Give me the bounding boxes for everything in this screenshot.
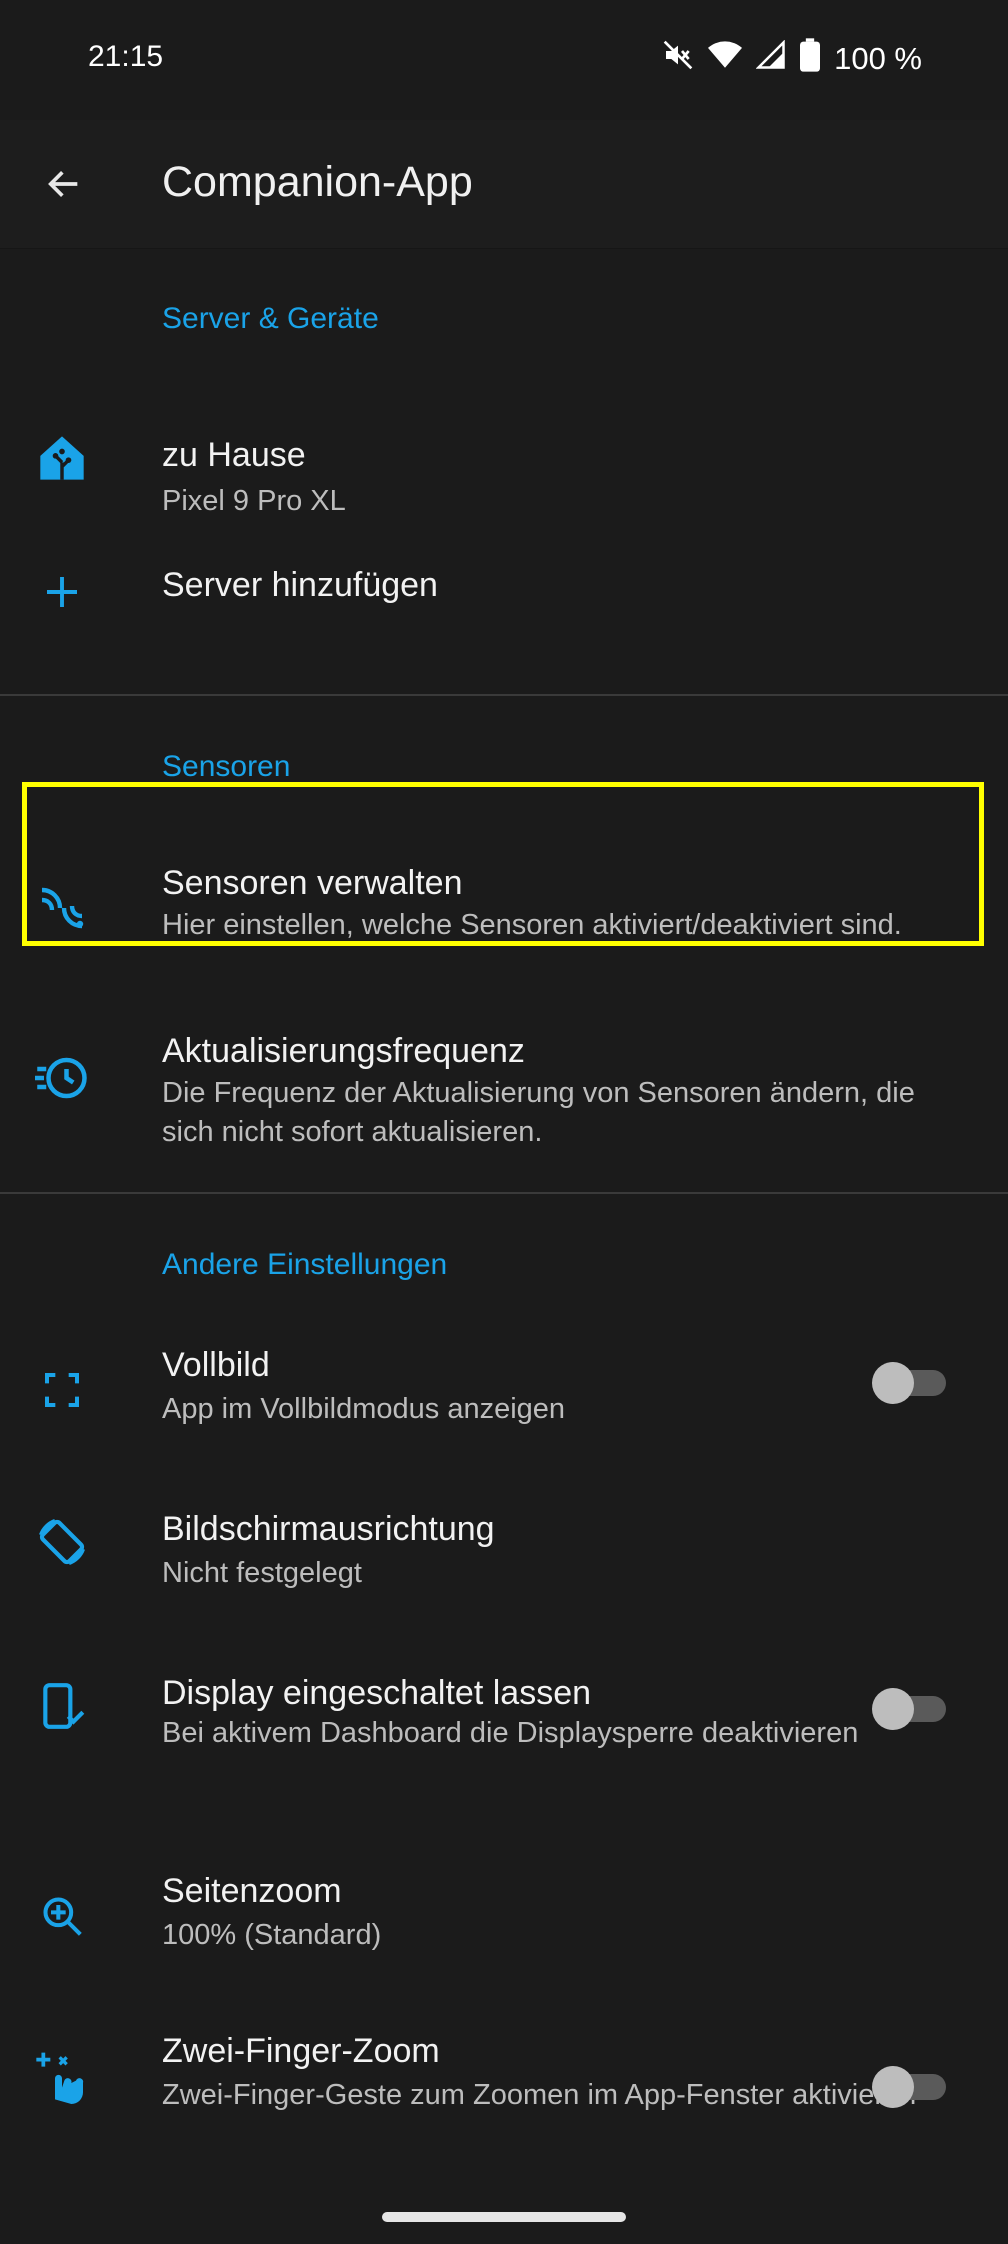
page-zoom-subtitle: 100% (Standard) (162, 1919, 382, 1951)
fullscreen-title: Vollbild (162, 1346, 270, 1384)
plus-icon (30, 560, 94, 624)
signal-icon (755, 39, 786, 78)
manage-sensors-title: Sensoren verwalten (162, 864, 463, 902)
gesture-nav-handle[interactable] (382, 2212, 626, 2222)
sensor-waves-icon (30, 876, 94, 940)
screen-rotation-icon (30, 1510, 94, 1574)
section-header-other: Andere Einstellungen (162, 1248, 448, 1281)
gesture-pinch-icon (30, 2044, 94, 2108)
fullscreen-icon (30, 1358, 94, 1422)
battery-percentage: 100 % (834, 41, 922, 76)
pinch-zoom-toggle[interactable] (872, 2066, 948, 2108)
screen-orientation-item[interactable]: Bildschirmausrichtung Nicht festgelegt (0, 1462, 1008, 1626)
keep-screen-on-title: Display eingeschaltet lassen (162, 1674, 592, 1712)
section-header-server: Server & Geräte (162, 302, 379, 335)
home-assistant-icon (30, 426, 94, 490)
page-zoom-item[interactable]: Seitenzoom 100% (Standard) (0, 1828, 1008, 1992)
add-server-label: Server hinzufügen (162, 566, 438, 604)
update-frequency-item[interactable]: Aktualisierungsfrequenz Die Frequenz der… (0, 990, 1008, 1192)
pinch-zoom-item[interactable]: Zwei-Finger-Zoom Zwei-Finger-Geste zum Z… (0, 1992, 1008, 2192)
battery-icon (800, 38, 821, 80)
server-home-subtitle: Pixel 9 Pro XL (162, 485, 346, 517)
fullscreen-toggle[interactable] (872, 1362, 948, 1404)
update-frequency-title: Aktualisierungsfrequenz (162, 1032, 525, 1070)
fullscreen-item[interactable]: Vollbild App im Vollbildmodus anzeigen (0, 1298, 1008, 1462)
screen-orientation-title: Bildschirmausrichtung (162, 1510, 495, 1548)
status-time: 21:15 (88, 40, 164, 73)
add-server-button[interactable]: Server hinzufügen (0, 544, 1008, 694)
fullscreen-subtitle: App im Vollbildmodus anzeigen (162, 1393, 566, 1425)
page-title: Companion-App (162, 158, 473, 206)
pinch-zoom-title: Zwei-Finger-Zoom (162, 2032, 440, 2070)
page-zoom-title: Seitenzoom (162, 1872, 342, 1910)
status-icons: 100 % (662, 38, 922, 80)
keep-screen-on-item[interactable]: Display eingeschaltet lassen Bei aktivem… (0, 1626, 1008, 1828)
update-clock-icon (30, 1046, 94, 1110)
mute-icon (662, 39, 694, 79)
screen-orientation-subtitle: Nicht festgelegt (162, 1557, 362, 1589)
manage-sensors-subtitle: Hier einstellen, welche Sensoren aktivie… (162, 909, 902, 941)
server-home-title: zu Hause (162, 436, 306, 474)
zoom-in-icon (30, 1884, 94, 1948)
phone-check-icon (30, 1674, 94, 1738)
wifi-icon (708, 40, 743, 78)
arrow-left-icon (48, 171, 78, 197)
keep-screen-on-toggle[interactable] (872, 1688, 948, 1730)
update-frequency-subtitle: Die Frequenz der Aktualisierung von Sens… (162, 1077, 915, 1148)
settings-list: Server & Geräte zu Hause Pixel 9 Pro XL … (0, 248, 1008, 2192)
section-header-sensors: Sensoren (162, 750, 291, 783)
pinch-zoom-subtitle: Zwei-Finger-Geste zum Zoomen im App-Fens… (162, 2079, 917, 2111)
app-bar: Companion-App (0, 120, 1008, 249)
manage-sensors-item[interactable]: Sensoren verwalten Hier einstellen, welc… (0, 826, 1008, 990)
keep-screen-on-subtitle: Bei aktivem Dashboard die Displaysperre … (162, 1717, 859, 1749)
status-bar: 21:15 100 % (0, 0, 1008, 120)
server-item-home[interactable]: zu Hause Pixel 9 Pro XL (0, 398, 1008, 544)
back-button[interactable] (38, 158, 90, 210)
